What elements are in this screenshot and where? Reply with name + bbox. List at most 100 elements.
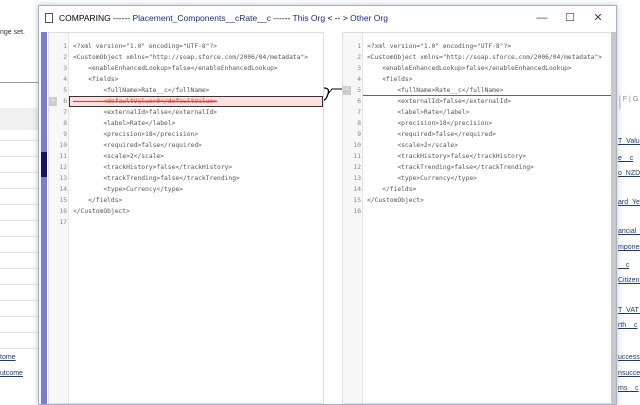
code-line: 6 <defaultValue>0</defaultValue> (49, 96, 323, 107)
line-number: 10 (353, 142, 361, 149)
row-divider (0, 300, 38, 301)
close-button[interactable]: ✕ (584, 6, 612, 30)
code-text: <externalId>false</externalId> (73, 109, 218, 116)
background-link[interactable]: utcome (0, 370, 23, 377)
code-text: <CustomObject xmlns="http://soap.sforce.… (73, 54, 309, 61)
background-link[interactable]: ancial_Y (618, 228, 640, 235)
code-line: 11 <trackHistory>false</trackHistory> (343, 151, 613, 162)
maximize-button[interactable]: ☐ (556, 6, 584, 30)
code-text: <externalId>false</externalId> (367, 98, 512, 105)
code-line: 13 <type>Currency</type> (343, 173, 613, 184)
code-text: <trackTrending>false</trackTrending> (73, 175, 240, 182)
title-separator: ------ (270, 13, 293, 23)
background-link[interactable]: tome (0, 354, 16, 361)
line-number: 16 (59, 208, 67, 215)
code-line: 14 <type>Currency</type> (49, 184, 323, 195)
code-text: <precision>18</precision> (73, 131, 199, 138)
code-line: 7 <externalId>false</externalId> (49, 107, 323, 118)
copy-left-marker[interactable]: < (343, 86, 351, 95)
background-link[interactable]: rth__c (618, 322, 637, 329)
code-line: 3 <enableEnhancedLookup>false</enableEnh… (49, 63, 323, 74)
line-number: 5 (63, 87, 67, 94)
title-prefix: COMPARING ------ (59, 13, 133, 23)
title-bar: COMPARING ------ Placement_Components__c… (39, 6, 616, 30)
copy-right-marker[interactable]: > (49, 97, 57, 106)
code-line: 5 <fullName>Rate__c</fullName> (49, 85, 323, 96)
line-number: 15 (59, 197, 67, 204)
arrow-label: < -- > (325, 13, 351, 23)
background-link[interactable]: __c (618, 262, 629, 269)
line-number: 16 (353, 208, 361, 215)
this-org-label: This Org (292, 13, 326, 23)
code-text: <?xml version="1.0" encoding="UTF-8"?> (73, 43, 218, 50)
background-link[interactable]: o_NZD_ (618, 170, 640, 177)
line-number: 3 (63, 65, 67, 72)
code-text: <fullName>Rate__c</fullName> (73, 87, 210, 94)
background-link[interactable]: T_VAT_ (618, 307, 640, 314)
row-divider (0, 172, 38, 173)
code-line: 12 <trackTrending>false</trackTrending> (343, 162, 613, 173)
code-text: <?xml version="1.0" encoding="UTF-8"?> (367, 43, 512, 50)
background-link[interactable]: uccessf (618, 354, 640, 361)
row-divider (0, 220, 38, 221)
background-link[interactable]: T_Value_ (618, 138, 640, 145)
code-line: 14 </fields> (343, 184, 613, 195)
line-number: 17 (59, 219, 67, 226)
background-link[interactable]: nsuccess (618, 370, 640, 377)
code-text: <required>false</required> (367, 131, 496, 138)
left-editor-pane[interactable]: 1 <?xml version="1.0" encoding="UTF-8"?> 2… (48, 32, 324, 404)
code-text: <trackHistory>false</trackHistory> (367, 153, 527, 160)
code-line: 8 <precision>18</precision> (343, 118, 613, 129)
row-divider (0, 268, 38, 269)
line-number: 14 (353, 186, 361, 193)
background-link[interactable]: ard_Year (618, 199, 640, 206)
row-divider (0, 316, 38, 317)
document-icon (45, 13, 53, 23)
code-line: 8 <label>Rate</label> (49, 118, 323, 129)
line-number: 15 (353, 197, 361, 204)
code-text: <fields> (73, 76, 119, 83)
line-number: 14 (59, 186, 67, 193)
code-text: <CustomObject xmlns="http://soap.sforce.… (367, 54, 603, 61)
line-number: 6 (357, 98, 361, 105)
minimize-button[interactable]: — (528, 6, 556, 30)
code-line: 2 <CustomObject xmlns="http://soap.sforce… (49, 52, 323, 63)
other-org-label: Other Org (350, 13, 388, 23)
insertion-line (363, 95, 613, 96)
diff-connector (324, 87, 344, 101)
row-divider (0, 188, 38, 189)
compare-window: COMPARING ------ Placement_Components__c… (38, 5, 617, 405)
right-editor-pane[interactable]: 1 <?xml version="1.0" encoding="UTF-8"?> 2… (342, 32, 614, 404)
background-link[interactable]: ms__c (618, 385, 639, 392)
row-divider (0, 284, 38, 285)
scrollbar[interactable] (611, 32, 616, 404)
background-text: nge set. (0, 29, 25, 36)
code-text: <enableEnhancedLookup>false</enableEnhan… (367, 65, 572, 72)
background-link[interactable]: Citizen_ (618, 277, 640, 284)
row-divider (0, 252, 38, 253)
code-text: </CustomObject> (367, 197, 424, 204)
line-number: 10 (59, 142, 67, 149)
component-name: Placement_Components__cRate__c (132, 13, 271, 23)
code-text: <type>Currency</type> (367, 175, 477, 182)
code-line: 10 <scale>2</scale> (343, 140, 613, 151)
line-number: 2 (63, 54, 67, 61)
row-divider (0, 204, 38, 205)
code-line: 6 <externalId>false</externalId> (343, 96, 613, 107)
code-line: 2 <CustomObject xmlns="http://soap.sforce… (343, 52, 613, 63)
diff-overview-bar[interactable] (41, 32, 47, 404)
background-link[interactable]: mponent_ (618, 244, 640, 251)
code-line: 4 <fields> (49, 74, 323, 85)
code-text: <label>Rate</label> (73, 120, 176, 127)
code-text: <fields> (367, 76, 413, 83)
row-divider (0, 156, 38, 157)
row-divider (0, 332, 38, 333)
line-number: 9 (357, 131, 361, 138)
line-number: 8 (357, 120, 361, 127)
background-column-header: | F | G | (619, 96, 639, 110)
line-number: 13 (353, 175, 361, 182)
code-line: 10 <required>false</required> (49, 140, 323, 151)
background-link[interactable]: e__c (618, 155, 633, 162)
code-text: <enableEnhancedLookup>false</enableEnhan… (73, 65, 278, 72)
code-line: 13 <trackTrending>false</trackTrending> (49, 173, 323, 184)
